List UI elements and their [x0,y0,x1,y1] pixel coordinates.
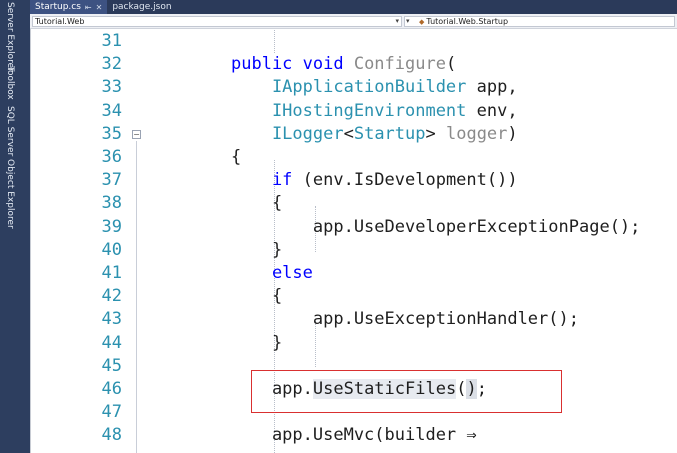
side-tool-strip: Server Explorer Toolbox SQL Server Objec… [0,0,30,453]
server-explorer-tab[interactable]: Server Explorer [5,2,15,72]
code-token: < [343,123,354,144]
line-number: 47 [101,402,122,423]
code-line[interactable]: 37 if (env.IsDevelopment()) [31,169,677,192]
code-token: ILogger [231,123,344,144]
code-line[interactable]: 33 IApplicationBuilder app, [31,76,677,99]
code-text: IApplicationBuilder app, [231,76,518,99]
code-line[interactable]: 39 app.UseDeveloperExceptionPage(); [31,216,677,239]
line-number: 41 [101,263,122,283]
code-line[interactable]: 31 [31,30,677,53]
close-icon[interactable]: ✕ [96,3,103,12]
code-line[interactable]: 32 public void Configure( [31,53,677,76]
navigation-bar: Tutorial.Web ▾ ▾ ◆ Tutorial.Web.Startup [30,14,677,29]
code-token: ) [507,123,518,144]
code-token: env, [466,100,518,121]
tab-startup-cs[interactable]: Startup.cs ⇤ ✕ [30,0,108,14]
code-token: logger [445,123,508,144]
tab-label: package.json [112,2,172,12]
line-number: 35 [101,123,122,144]
code-text: IHostingEnvironment env, [231,100,518,123]
code-token: (env.IsDevelopment()) [292,170,518,191]
project-dropdown[interactable]: Tutorial.Web ▾ [32,16,402,27]
class-dropdown[interactable]: ▾ ◆ Tutorial.Web.Startup [404,16,675,27]
code-text: app.UseDeveloperExceptionPage(); [231,216,641,239]
code-text: public void Configure( [231,53,456,76]
line-number: 39 [101,216,122,237]
line-number: 38 [101,193,122,214]
code-text: { [231,285,282,308]
tab-label: Startup.cs [35,2,81,12]
code-token: public void [231,54,354,75]
code-token: } [231,332,283,353]
line-number: 33 [101,77,122,98]
code-line[interactable]: 38 { [31,192,677,215]
code-text: } [231,332,282,355]
code-line[interactable]: 41 else [31,262,677,285]
line-number: 31 [101,31,122,51]
code-token: } [231,239,283,260]
code-token: app.UseExceptionHandler(); [231,309,579,330]
line-number: 32 [101,54,122,75]
code-line[interactable]: 34 IHostingEnvironment env, [31,100,677,123]
code-token: Startup [353,123,426,144]
code-token: ( [445,54,457,75]
code-text: { [231,146,241,169]
code-token: { [231,147,242,167]
code-line[interactable]: 43 app.UseExceptionHandler(); [31,308,677,331]
project-dropdown-value: Tutorial.Web [35,17,85,26]
line-number: 37 [101,170,122,191]
code-line[interactable]: 40 } [31,239,677,262]
code-text: } [231,239,282,262]
line-number: 44 [101,332,122,353]
code-text: app.UseMvc(builder ⇒ [231,424,477,447]
line-number: 42 [101,286,122,307]
line-number: 34 [101,100,122,121]
code-token: Configure [353,54,446,75]
code-token: { [231,193,283,214]
code-token: IApplicationBuilder [231,77,467,98]
code-line[interactable]: 35 ILogger<Startup> logger) [31,123,677,146]
code-line[interactable]: 42 { [31,285,677,308]
code-token: > [425,123,446,144]
code-text: if (env.IsDevelopment()) [231,169,518,192]
line-number: 48 [101,425,122,446]
code-token: IHostingEnvironment [231,100,467,121]
sql-server-object-explorer-tab[interactable]: SQL Server Object Explorer [5,106,15,229]
chevron-down-icon: ▾ [395,17,399,25]
code-token: { [231,286,283,307]
code-token: app.UseDeveloperExceptionPage(); [231,216,641,237]
toolbox-tab[interactable]: Toolbox [5,66,15,100]
code-line[interactable]: 36 { [31,146,677,169]
code-token: if [231,170,293,191]
code-token: app, [466,77,518,98]
line-number: 46 [101,379,122,399]
code-text: { [231,192,282,215]
pin-icon[interactable]: ⇤ [85,3,92,12]
document-tab-bar: Startup.cs ⇤ ✕ package.json [30,0,677,14]
line-number: 36 [101,147,122,167]
code-text: ILogger<Startup> logger) [231,123,518,146]
code-line[interactable]: 44 } [31,332,677,355]
code-text: app.UseExceptionHandler(); [231,308,579,331]
line-number: 45 [101,355,122,376]
code-token: app.UseMvc(builder ⇒ [231,425,477,446]
namespace-icon: ◆ [419,18,425,26]
code-text: else [231,262,313,285]
highlight-box [251,370,562,413]
class-icon: ▾ [406,17,410,25]
collapse-icon[interactable]: − [132,129,141,139]
line-number: 43 [101,309,122,330]
class-dropdown-value: Tutorial.Web.Startup [426,17,509,26]
code-line[interactable]: 48 app.UseMvc(builder ⇒ [31,424,677,447]
tab-package-json[interactable]: package.json [107,0,176,14]
line-number: 40 [101,239,122,260]
code-token: else [231,263,313,283]
